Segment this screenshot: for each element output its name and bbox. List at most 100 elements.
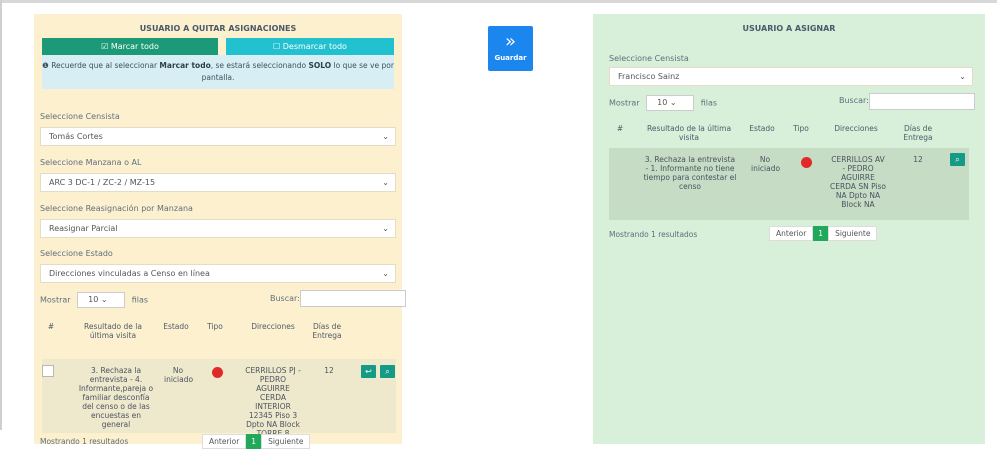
- manzana-select[interactable]: ARC 3 DC-1 / ZC-2 / MZ-15 ⌄: [40, 173, 396, 192]
- censista-label: Seleccione Censista: [40, 112, 120, 121]
- col-header-number[interactable]: #: [44, 322, 58, 331]
- col-result-label: Resultado de la última visita: [84, 322, 142, 340]
- results-count: Mostrando 1 resultados: [40, 437, 129, 446]
- right-col-header-dias[interactable]: Días de Entrega: [901, 124, 935, 142]
- remove-assignments-panel: USUARIO A QUITAR ASIGNACIONES ☑ Marcar t…: [34, 14, 406, 449]
- right-row-direcciones: CERRILLOS AV - PEDRO AGUIRRE CERDA SN Pi…: [829, 155, 887, 209]
- page-length-select[interactable]: 10 ⌄: [77, 292, 126, 308]
- checkbox-checked-icon: ☑: [101, 42, 109, 51]
- status-dot-icon: [801, 157, 812, 168]
- col-direcciones-label: Direcciones: [251, 322, 295, 331]
- right-prev-page-button[interactable]: Anterior: [769, 226, 814, 241]
- checkbox-empty-icon: ☐: [273, 42, 281, 51]
- col-number-label: #: [47, 322, 55, 331]
- show-label: Mostrar: [40, 295, 71, 305]
- right-row-estado: No iniciado: [751, 155, 781, 173]
- estado-label: Seleccione Estado: [40, 249, 113, 258]
- right-pagination: Anterior 1 Siguiente: [769, 226, 878, 241]
- chevron-down-icon: ⌄: [382, 224, 389, 233]
- right-col-tipo-label: Tipo: [793, 124, 809, 133]
- manzana-value: ARC 3 DC-1 / ZC-2 / MZ-15: [49, 178, 156, 187]
- prev-page-button[interactable]: Anterior: [202, 434, 247, 449]
- save-label: Guardar: [494, 54, 527, 62]
- save-button[interactable]: » Guardar: [488, 26, 533, 71]
- reasignacion-select[interactable]: Reasignar Parcial ⌄: [40, 219, 396, 238]
- right-col-header-direcciones[interactable]: Direcciones: [831, 124, 881, 133]
- right-page-length-select[interactable]: 10 ⌄: [646, 95, 695, 111]
- undo-button[interactable]: ↩: [361, 365, 376, 378]
- top-border: [0, 0, 997, 3]
- right-page-number-button[interactable]: 1: [813, 226, 829, 241]
- right-censista-select[interactable]: Francisco Sainz ⌄: [609, 67, 973, 86]
- right-censista-label: Seleccione Censista: [609, 54, 689, 63]
- estado-select[interactable]: Direcciones vinculadas a Censo en línea …: [40, 264, 396, 283]
- right-col-estado-label: Estado: [749, 124, 775, 133]
- search-icon: ⌕: [385, 367, 390, 376]
- right-col-header-result[interactable]: Resultado de la última visita: [645, 124, 733, 142]
- notice-text-mid: , se estará seleccionando: [210, 61, 307, 70]
- mark-all-button[interactable]: ☑ Marcar todo: [42, 38, 218, 55]
- row-checkbox[interactable]: [42, 365, 54, 377]
- status-dot-icon: [212, 367, 223, 378]
- estado-value: Direcciones vinculadas a Censo en línea: [49, 269, 210, 278]
- censista-value: Tomás Cortes: [49, 132, 103, 141]
- page-number-button[interactable]: 1: [246, 434, 262, 449]
- right-col-dias-label: Días de Entrega: [903, 124, 933, 142]
- reasignacion-label: Seleccione Reasignación por Manzana: [40, 204, 193, 213]
- row-estado: No iniciado: [164, 366, 194, 384]
- right-page-length-control: Mostrar 10 ⌄ filas: [609, 95, 717, 111]
- right-col-result-label: Resultado de la última visita: [646, 124, 732, 142]
- double-chevron-right-icon: »: [504, 31, 516, 52]
- chevron-down-icon: ⌄: [382, 269, 389, 278]
- col-header-dias[interactable]: Días de Entrega: [310, 322, 344, 340]
- col-dias-label: Días de Entrega: [312, 322, 342, 340]
- right-page-length-value: 10: [657, 98, 668, 107]
- chevron-down-icon: ⌄: [959, 72, 966, 81]
- search-input[interactable]: [300, 290, 406, 307]
- page-length-control: Mostrar 10 ⌄ filas: [40, 292, 148, 308]
- right-show-label: Mostrar: [609, 98, 640, 108]
- right-censista-value: Francisco Sainz: [618, 72, 680, 81]
- reasignacion-value: Reasignar Parcial: [49, 224, 118, 233]
- manzana-label: Seleccione Manzana o AL: [40, 158, 142, 167]
- right-col-header-estado[interactable]: Estado: [747, 124, 777, 133]
- unmark-all-label: Desmarcar todo: [282, 42, 347, 51]
- chevron-down-icon: ⌄: [382, 178, 389, 187]
- right-search-label: Buscar:: [839, 96, 869, 105]
- chevron-down-icon: ⌄: [382, 132, 389, 141]
- right-col-direcciones-label: Direcciones: [834, 124, 878, 133]
- col-header-estado[interactable]: Estado: [160, 322, 192, 331]
- notice-bold-mark-all: Marcar todo: [159, 61, 211, 70]
- right-search-details-button[interactable]: ⌕: [950, 153, 965, 166]
- mark-all-notice: ❶ Recuerde que al seleccionar Marcar tod…: [42, 55, 394, 89]
- search-details-button[interactable]: ⌕: [380, 365, 395, 378]
- right-col-header-number[interactable]: #: [613, 124, 627, 133]
- col-header-tipo[interactable]: Tipo: [202, 322, 228, 331]
- right-panel-title: USUARIO A ASIGNAR: [742, 24, 836, 33]
- col-header-direcciones[interactable]: Direcciones: [248, 322, 298, 331]
- search-icon: ⌕: [955, 155, 960, 164]
- chevron-down-icon: ⌄: [669, 98, 677, 107]
- right-row-result: 3. Rechaza la entrevista - 1. Informante…: [643, 155, 737, 191]
- mark-all-label: Marcar todo: [110, 42, 159, 51]
- search-label: Buscar:: [270, 294, 300, 303]
- pagination: Anterior 1 Siguiente: [202, 434, 311, 449]
- undo-icon: ↩: [365, 367, 372, 376]
- col-header-result[interactable]: Resultado de la última visita: [78, 322, 148, 340]
- right-col-number-label: #: [616, 124, 624, 133]
- row-dias: 12: [324, 366, 334, 375]
- unmark-all-button[interactable]: ☐ Desmarcar todo: [226, 38, 394, 55]
- col-estado-label: Estado: [163, 322, 189, 331]
- right-search-input[interactable]: [869, 93, 975, 110]
- notice-bold-only: SOLO: [308, 61, 332, 70]
- right-rows-label: filas: [700, 98, 718, 108]
- next-page-button[interactable]: Siguiente: [261, 434, 311, 449]
- col-tipo-label: Tipo: [207, 322, 223, 331]
- right-next-page-button[interactable]: Siguiente: [828, 226, 878, 241]
- right-col-header-tipo[interactable]: Tipo: [789, 124, 813, 133]
- censista-select[interactable]: Tomás Cortes ⌄: [40, 127, 396, 146]
- right-row-dias: 12: [913, 155, 923, 164]
- assign-user-panel: USUARIO A ASIGNAR Seleccione Censista Fr…: [593, 14, 985, 444]
- right-results-count: Mostrando 1 resultados: [609, 230, 698, 239]
- left-border: [0, 0, 2, 430]
